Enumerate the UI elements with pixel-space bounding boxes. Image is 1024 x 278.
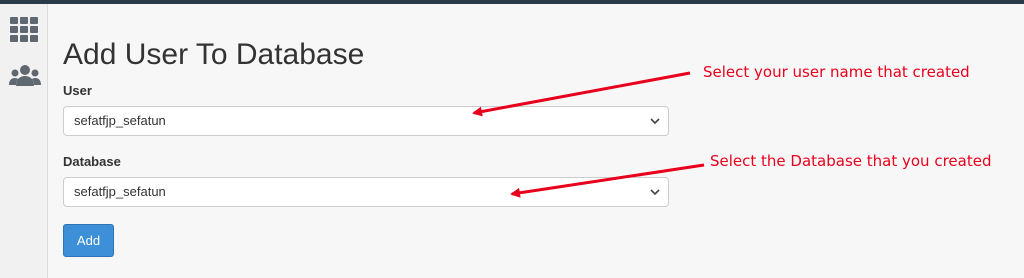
database-select-value: sefatfjp_sefatun	[74, 184, 166, 199]
database-select[interactable]: sefatfjp_sefatun	[63, 177, 669, 207]
page-title: Add User To Database	[63, 38, 365, 71]
chevron-down-icon	[650, 107, 660, 135]
add-button[interactable]: Add	[63, 224, 114, 257]
main-content: Add User To Database User sefatfjp_sefat…	[48, 4, 1024, 278]
user-select-value: sefatfjp_sefatun	[74, 113, 166, 128]
user-select[interactable]: sefatfjp_sefatun	[63, 106, 669, 136]
user-annotation: Select your user name that created	[703, 63, 970, 81]
grid-icon[interactable]	[9, 16, 39, 47]
database-label: Database	[63, 154, 121, 169]
sidebar	[0, 4, 48, 278]
users-icon[interactable]	[9, 64, 41, 93]
chevron-down-icon	[650, 178, 660, 206]
user-label: User	[63, 83, 92, 98]
database-annotation: Select the Database that you created	[710, 152, 992, 170]
